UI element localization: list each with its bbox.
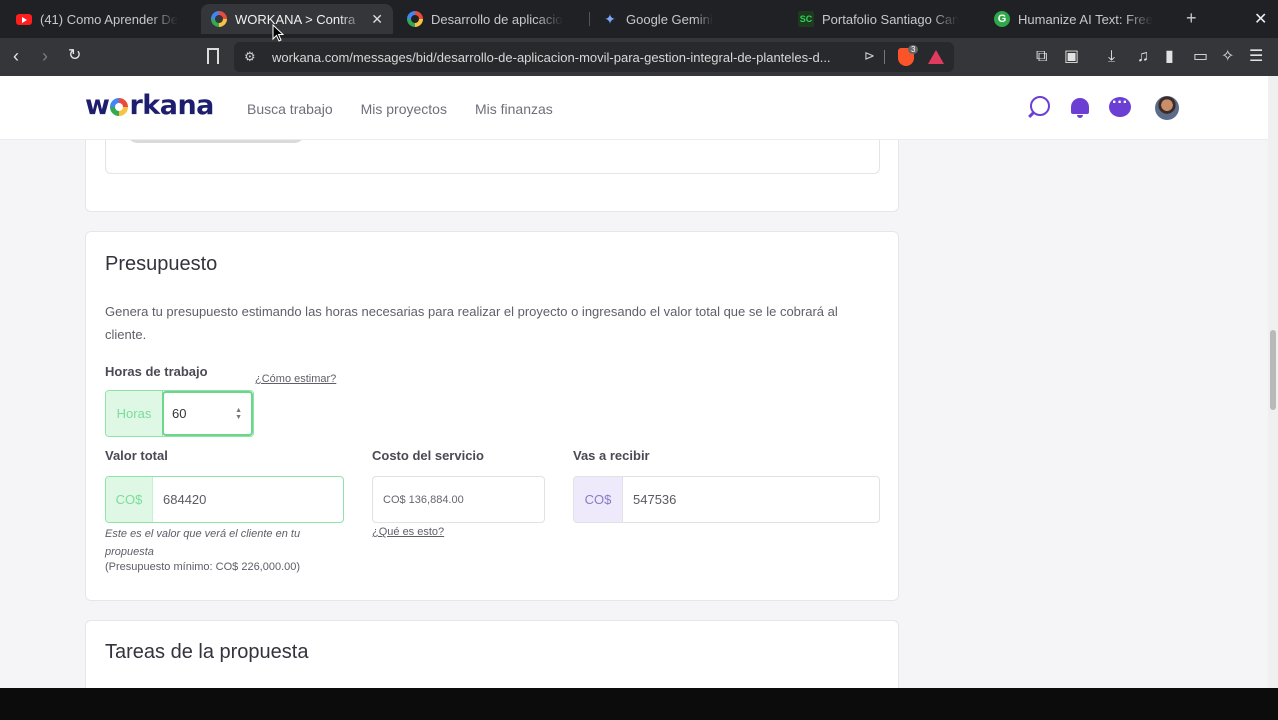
- hours-input-group: Horas 60 ▲ ▼: [105, 390, 254, 437]
- brave-badge: 3: [908, 45, 919, 54]
- hours-input[interactable]: 60 ▲ ▼: [162, 391, 253, 436]
- avatar[interactable]: [1155, 96, 1179, 120]
- browser-tab[interactable]: Desarrollo de aplicacio: [397, 4, 585, 34]
- scrollbar[interactable]: [1268, 76, 1278, 688]
- g-icon: G: [994, 11, 1010, 27]
- youtube-icon: [16, 13, 32, 25]
- screenshot-icon[interactable]: ▣: [1064, 47, 1079, 67]
- tab-label: Google Gemini: [626, 11, 713, 27]
- browser-tab[interactable]: ✦ Google Gemini: [592, 4, 782, 34]
- media-icon[interactable]: ♫: [1137, 47, 1149, 67]
- main-nav: Busca trabajo Mis proyectos Mis finanzas: [247, 101, 553, 117]
- window-close-icon[interactable]: ✕: [1254, 9, 1267, 29]
- currency-addon: CO$: [574, 477, 623, 522]
- workana-logo[interactable]: w rkana: [85, 90, 214, 121]
- workana-icon: [407, 11, 423, 27]
- total-hint: Este es el valor que verá el cliente en …: [105, 528, 301, 558]
- forward-icon[interactable]: ›: [42, 46, 48, 66]
- back-icon[interactable]: ‹: [13, 46, 19, 66]
- tab-label: Humanize AI Text: Free: [1018, 11, 1153, 27]
- hours-label: Horas de trabajo: [105, 364, 208, 379]
- budget-description: Genera tu presupuesto estimando las hora…: [105, 304, 838, 342]
- total-input-group: CO$ 684420: [105, 476, 344, 523]
- gemini-icon: ✦: [604, 11, 616, 27]
- tab-label: Desarrollo de aplicacio: [431, 11, 563, 27]
- nav-my-projects[interactable]: Mis proyectos: [361, 101, 447, 117]
- downloads-icon[interactable]: ⤓: [1108, 47, 1115, 67]
- budget-title: Presupuesto: [105, 253, 218, 275]
- browser-tab-strip: (41) Como Aprender De WORKANA > Contra ✕…: [0, 0, 1278, 38]
- currency-addon: CO$: [106, 477, 153, 522]
- tasks-title: Tareas de la propuesta: [105, 641, 309, 663]
- total-value-input[interactable]: 684420: [153, 492, 206, 507]
- browser-tab[interactable]: (41) Como Aprender De: [6, 4, 198, 34]
- brave-rewards-icon[interactable]: [928, 50, 944, 64]
- nav-find-work[interactable]: Busca trabajo: [247, 101, 333, 117]
- sc-icon: SC: [798, 11, 814, 27]
- page-viewport: Presupuesto Genera tu presupuesto estima…: [0, 76, 1268, 688]
- screen-bottom-bar: [0, 688, 1278, 720]
- wallet-icon[interactable]: ▭: [1193, 47, 1208, 67]
- divider: [884, 50, 885, 64]
- total-label: Valor total: [105, 448, 168, 463]
- browser-tab-active[interactable]: WORKANA > Contra ✕: [201, 4, 393, 34]
- how-to-estimate-link[interactable]: ¿Cómo estimar?: [255, 373, 336, 385]
- hours-value[interactable]: 60: [164, 406, 186, 421]
- workana-icon: [211, 11, 227, 27]
- receive-field: CO$ 547536: [573, 476, 880, 523]
- leo-ai-icon[interactable]: ✧: [1221, 47, 1234, 67]
- number-stepper-icon[interactable]: ▲ ▼: [235, 407, 242, 421]
- messages-icon[interactable]: [1109, 94, 1131, 117]
- site-settings-icon[interactable]: ⚙: [244, 49, 256, 65]
- service-cost-label: Costo del servicio: [372, 448, 484, 463]
- what-is-this-link[interactable]: ¿Qué es esto?: [372, 526, 444, 538]
- budget-card: Presupuesto Genera tu presupuesto estima…: [85, 231, 899, 601]
- receive-label: Vas a recibir: [573, 448, 650, 463]
- share-icon[interactable]: ⊳: [864, 48, 875, 64]
- menu-icon[interactable]: ☰: [1249, 47, 1263, 67]
- browser-tab[interactable]: G Humanize AI Text: Free: [984, 4, 1174, 34]
- browser-toolbar: ‹ › ↻ ⚙ workana.com/messages/bid/desarro…: [0, 38, 1278, 76]
- receive-value: 547536: [633, 492, 677, 507]
- tab-label: (41) Como Aprender De: [40, 11, 179, 27]
- hours-addon: Horas: [106, 391, 163, 436]
- tasks-card: Tareas de la propuesta: [85, 620, 899, 688]
- tab-label: WORKANA > Contra: [235, 11, 356, 27]
- close-tab-icon[interactable]: ✕: [371, 11, 383, 28]
- sidebar-icon[interactable]: ▮: [1165, 47, 1174, 67]
- min-budget-text: (Presupuesto mínimo: CO$ 226,000.00): [105, 561, 301, 573]
- tab-separator: [589, 12, 590, 26]
- bookmark-icon[interactable]: [207, 48, 219, 64]
- scrollbar-thumb[interactable]: [1270, 330, 1276, 410]
- extensions-icon[interactable]: ⧉: [1036, 47, 1047, 67]
- service-cost-value: CO$ 136,884.00: [383, 493, 464, 506]
- site-header: w rkana Busca trabajo Mis proyectos Mis f…: [0, 76, 1268, 140]
- search-icon[interactable]: [1030, 96, 1050, 116]
- nav-my-finances[interactable]: Mis finanzas: [475, 101, 553, 117]
- notifications-icon[interactable]: [1071, 98, 1089, 118]
- address-bar[interactable]: ⚙ workana.com/messages/bid/desarrollo-de…: [234, 42, 954, 72]
- reload-icon[interactable]: ↻: [68, 46, 81, 66]
- browser-tab[interactable]: SC Portafolio Santiago Can: [788, 4, 978, 34]
- service-cost-field: CO$ 136,884.00: [372, 476, 545, 523]
- mouse-cursor-icon: [272, 24, 284, 42]
- new-tab-icon[interactable]: +: [1186, 8, 1197, 29]
- tab-label: Portafolio Santiago Can: [822, 11, 960, 27]
- url-text[interactable]: workana.com/messages/bid/desarrollo-de-a…: [272, 50, 852, 65]
